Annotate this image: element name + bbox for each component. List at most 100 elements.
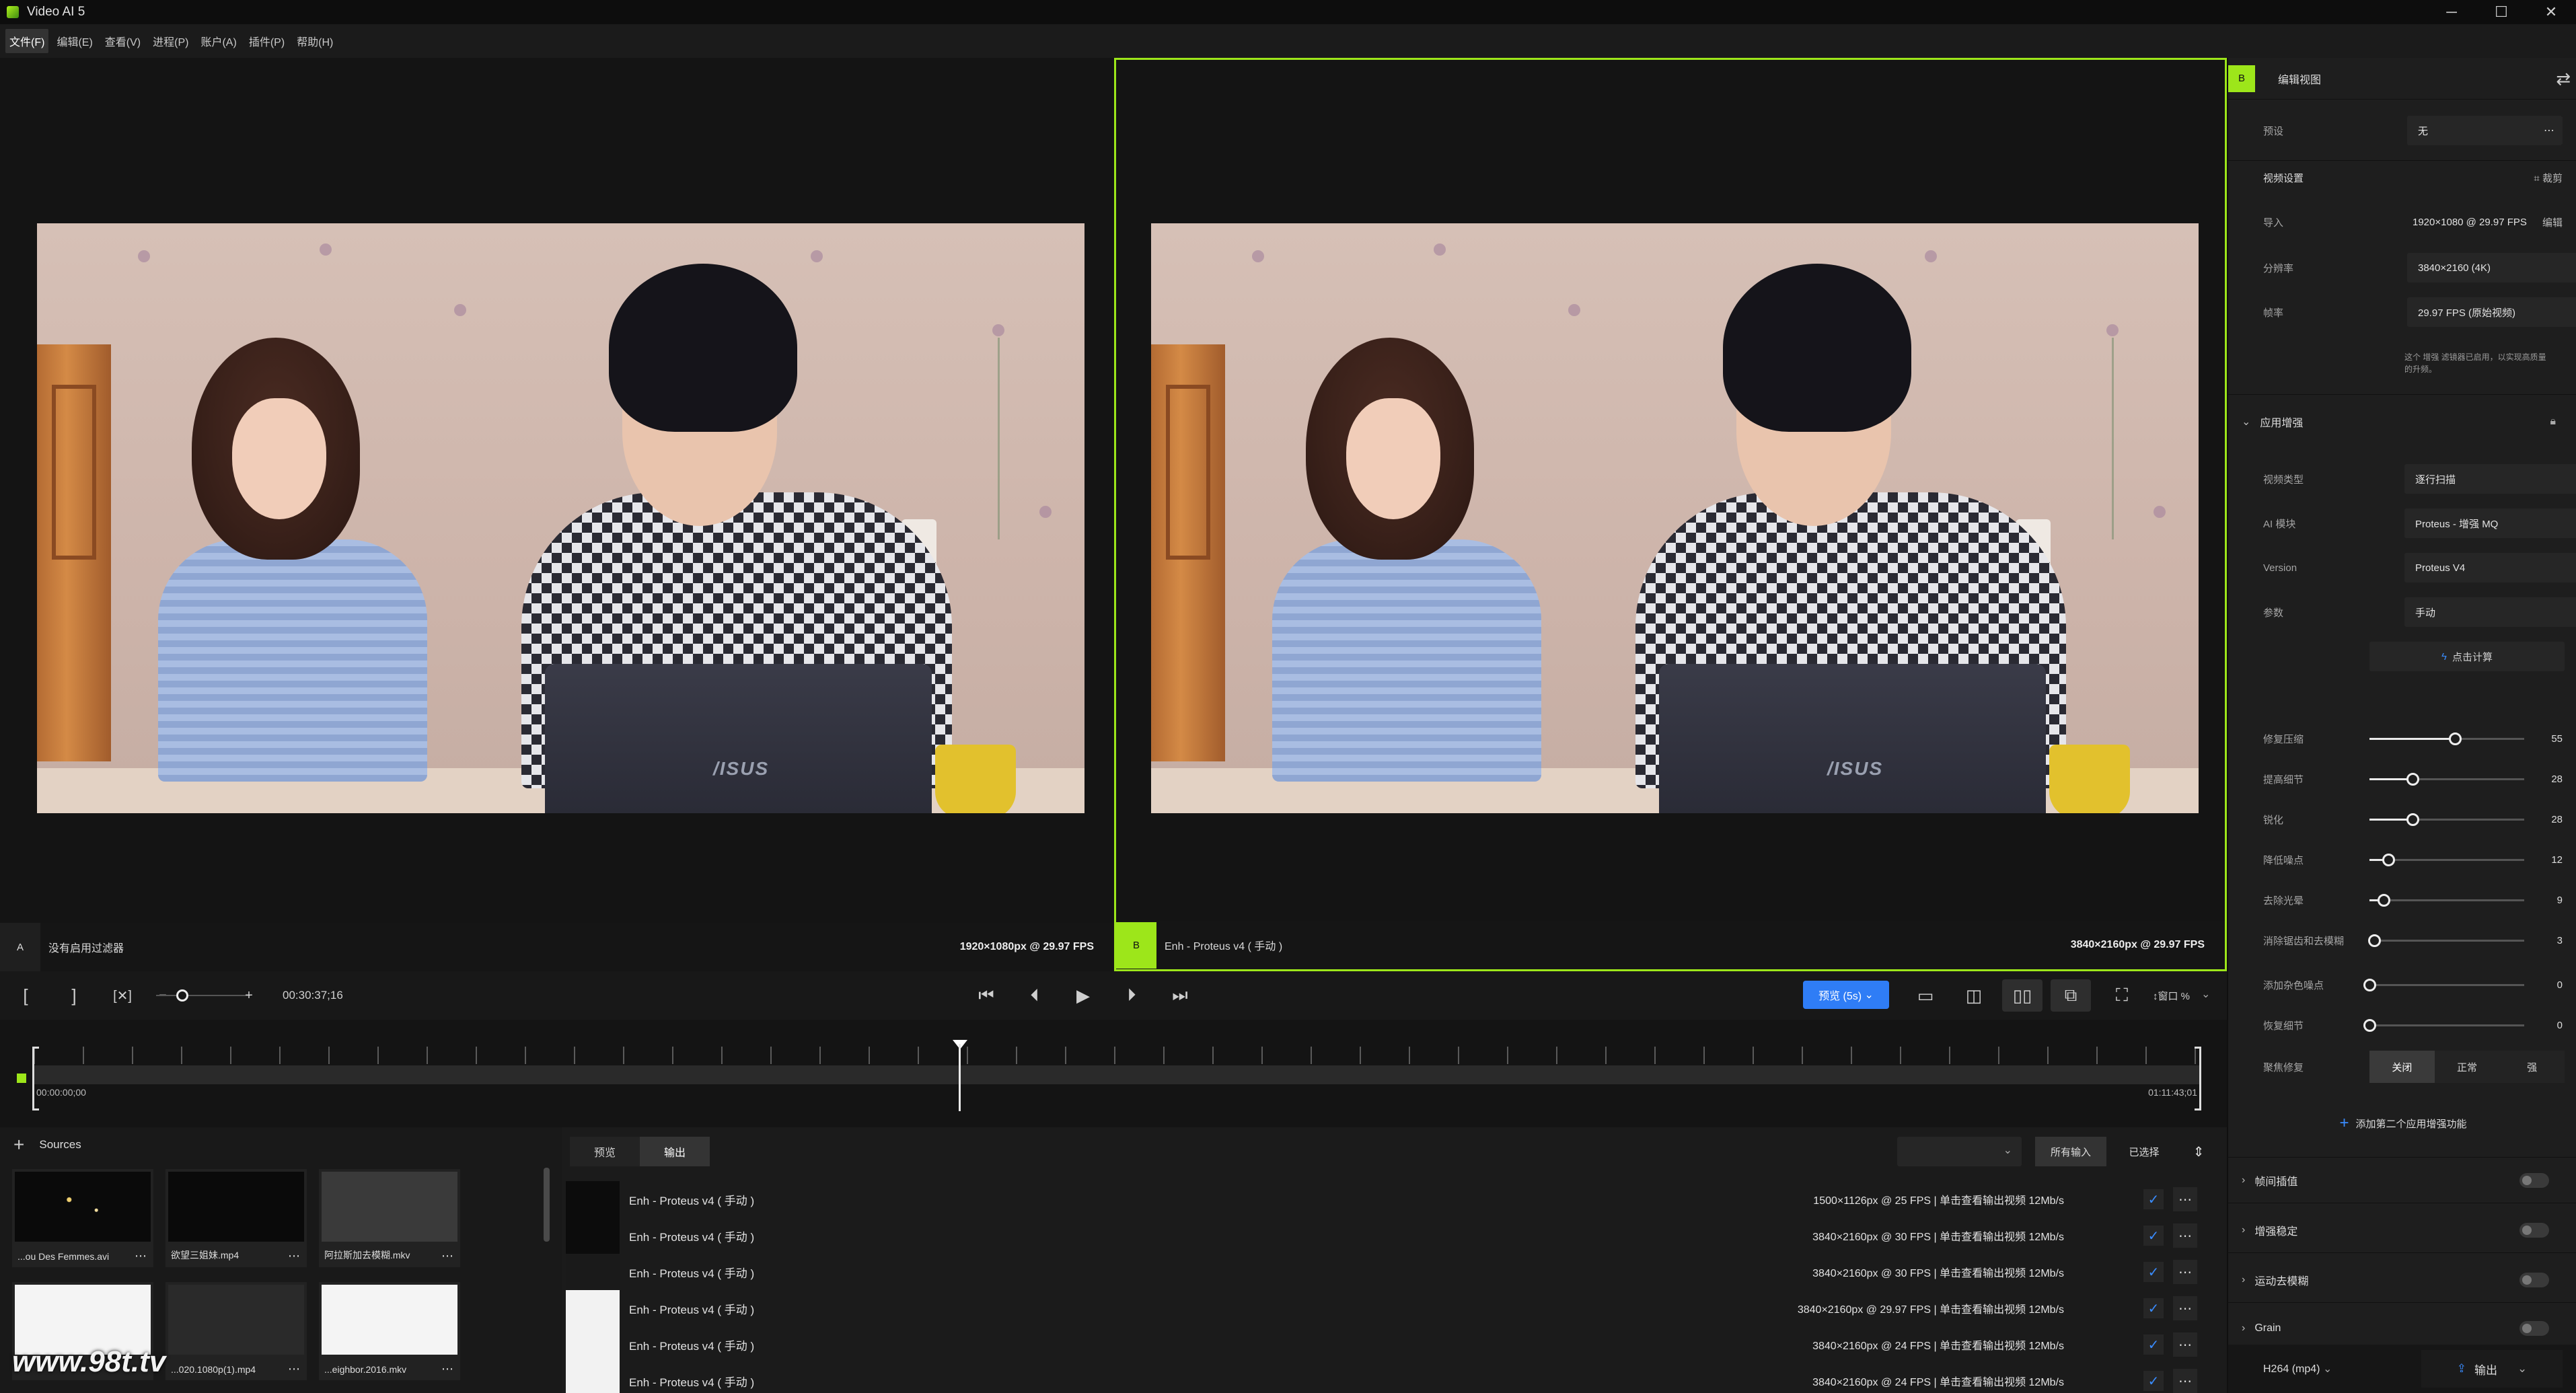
slider-knob[interactable] — [2382, 854, 2395, 866]
section-enhance[interactable]: ⌄ 应用增强 🔒︎ — [2242, 404, 2563, 440]
timeline-track[interactable] — [34, 1065, 2201, 1084]
play-icon[interactable]: ▶ — [1067, 979, 1099, 1012]
slider-knob[interactable] — [2448, 732, 2462, 745]
section-frame-interpolation[interactable]: › 帧间插值 — [2242, 1162, 2563, 1199]
grain-toggle[interactable] — [2519, 1321, 2549, 1336]
in-point-handle[interactable] — [32, 1047, 39, 1110]
crop-button[interactable]: ⌗ 裁剪 — [2534, 171, 2563, 185]
maximize-button[interactable]: ☐ — [2476, 0, 2526, 24]
slider-track[interactable] — [2363, 1019, 2524, 1032]
zoom-slider-knob[interactable] — [176, 989, 188, 1002]
export-row[interactable]: Enh - Proteus v4 ( 手动 ) 3840×2160px @ 30… — [566, 1217, 2217, 1254]
resolution-select[interactable]: 3840×2160 (4K)⌄ — [2407, 253, 2576, 283]
source-item[interactable]: 欲望三姐妹.mp4 ⋯ — [165, 1169, 307, 1267]
lock-icon[interactable]: 🔒︎ — [2550, 416, 2556, 428]
source-item[interactable]: ...020.1080p(1).mp4 ⋯ — [165, 1282, 307, 1380]
skip-start-icon[interactable]: ⏮ — [970, 979, 1002, 1012]
menu-help[interactable]: 帮助(H) — [293, 29, 337, 53]
export-filter-dropdown[interactable]: ⌄ — [1897, 1137, 2022, 1166]
clear-marks-button[interactable]: [✕] — [106, 979, 139, 1012]
add-source-icon[interactable]: + — [13, 1134, 24, 1156]
slider-knob[interactable] — [2363, 1019, 2376, 1032]
slider-track[interactable] — [2363, 979, 2524, 991]
export-checkbox[interactable]: ✓ — [2143, 1298, 2164, 1318]
filter-all-inputs[interactable]: 所有输入 — [2035, 1137, 2106, 1166]
slider-knob[interactable] — [2363, 979, 2376, 991]
more-icon[interactable]: ⋯ — [441, 1362, 453, 1376]
tab-preview[interactable]: 预览 — [570, 1137, 640, 1166]
compare-view-icon[interactable]: ⧉ — [2051, 979, 2091, 1012]
more-icon[interactable]: ⋯ — [288, 1362, 300, 1376]
section-stabilization[interactable]: › 增强稳定 — [2242, 1212, 2563, 1248]
menu-plugins[interactable]: 插件(P) — [245, 29, 289, 53]
timeline[interactable]: 00:00:00;00 01:11:43;01 — [0, 1020, 2227, 1127]
stabilization-toggle[interactable] — [2519, 1223, 2549, 1238]
minimize-button[interactable]: ─ — [2427, 0, 2476, 24]
input-edit-link[interactable]: 编辑 — [2542, 215, 2563, 229]
more-icon[interactable]: ⋯ — [288, 1249, 300, 1263]
menu-view[interactable]: 查看(V) — [101, 29, 145, 53]
motion-deblur-toggle[interactable] — [2519, 1273, 2549, 1287]
more-icon[interactable]: ⋯ — [2173, 1296, 2197, 1320]
auto-calculate-button[interactable]: ϟ 点击计算 — [2369, 642, 2565, 671]
export-checkbox[interactable]: ✓ — [2143, 1189, 2164, 1209]
step-forward-icon[interactable]: ⏵ — [1115, 979, 1148, 1012]
close-button[interactable]: ✕ — [2526, 0, 2576, 24]
export-checkbox[interactable]: ✓ — [2143, 1371, 2164, 1391]
slider-track[interactable] — [2369, 813, 2524, 826]
sources-scrollbar[interactable] — [544, 1168, 550, 1242]
focus-fix-normal[interactable]: 正常 — [2434, 1051, 2500, 1083]
format-select[interactable]: H264 (mp4) ⌄ — [2263, 1362, 2332, 1376]
more-icon[interactable]: ⋯ — [441, 1249, 453, 1263]
export-row[interactable]: Enh - Proteus v4 ( 手动 ) 3840×2160px @ 24… — [566, 1326, 2217, 1363]
slider-track[interactable] — [2369, 854, 2524, 866]
focus-fix-off[interactable]: 关闭 — [2369, 1051, 2435, 1083]
filter-selected[interactable]: 已选择 — [2110, 1137, 2178, 1166]
menu-account[interactable]: 账户(A) — [196, 29, 240, 53]
export-button[interactable]: ⇪ 输出 ⌄ — [2421, 1350, 2563, 1388]
fullscreen-icon[interactable]: ⛶ — [2102, 979, 2142, 1012]
step-back-icon[interactable]: ⏴ — [1019, 979, 1051, 1012]
ai-model-select[interactable]: Proteus - 增强 MQ⌄ — [2404, 509, 2576, 538]
slider-track[interactable] — [2367, 934, 2524, 947]
export-checkbox[interactable]: ✓ — [2143, 1334, 2164, 1355]
slider-knob[interactable] — [2406, 773, 2420, 786]
more-icon[interactable]: ⋯ — [2173, 1369, 2197, 1393]
out-point-handle[interactable] — [2195, 1047, 2201, 1110]
viewer-original[interactable]: /ISUS A 没有启用过滤器 1920×1080px @ 29.97 FPS — [0, 58, 1114, 971]
mark-in-button[interactable]: [ — [9, 979, 42, 1012]
mark-out-button[interactable]: ] — [58, 979, 90, 1012]
skip-end-icon[interactable]: ⏭ — [1164, 979, 1196, 1012]
preview-button[interactable]: 预览 (5s) ⌄ — [1803, 981, 1889, 1009]
export-row[interactable]: Enh - Proteus v4 ( 手动 ) 3840×2160px @ 30… — [566, 1254, 2217, 1290]
preset-more-icon[interactable]: ⋯ — [2536, 117, 2563, 144]
export-checkbox[interactable]: ✓ — [2143, 1226, 2164, 1246]
more-icon[interactable]: ⋯ — [2173, 1187, 2197, 1211]
menu-process[interactable]: 进程(P) — [149, 29, 192, 53]
more-icon[interactable]: ⋯ — [2173, 1332, 2197, 1357]
source-item[interactable]: 阿拉斯加去模糊.mkv ⋯ — [319, 1169, 460, 1267]
slider-track[interactable] — [2369, 732, 2524, 745]
playhead[interactable] — [959, 1044, 961, 1111]
frame-interpolation-toggle[interactable] — [2519, 1173, 2549, 1188]
chevron-down-icon[interactable]: ⌄ — [2201, 987, 2210, 1001]
export-row[interactable]: Enh - Proteus v4 ( 手动 ) 3840×2160px @ 29… — [566, 1290, 2217, 1326]
slider-track[interactable] — [2369, 773, 2524, 786]
more-icon[interactable]: ⋯ — [135, 1249, 147, 1263]
split-view-icon[interactable]: ◫ — [1954, 979, 1994, 1012]
focus-fix-strong[interactable]: 强 — [2499, 1051, 2565, 1083]
params-select[interactable]: 手动⌄ — [2404, 597, 2576, 627]
side-by-side-icon[interactable]: ▯▯ — [2002, 979, 2043, 1012]
slider-knob[interactable] — [2377, 894, 2390, 907]
source-item[interactable]: ...ou Des Femmes.avi ⋯ — [12, 1169, 153, 1267]
slider-knob[interactable] — [2367, 934, 2381, 947]
more-icon[interactable]: ⋯ — [2173, 1260, 2197, 1284]
video-type-select[interactable]: 逐行扫描⌄ — [2404, 464, 2576, 494]
fps-select[interactable]: 29.97 FPS (原始视频)⌄ — [2407, 297, 2576, 327]
zoom-in-icon[interactable]: + — [233, 979, 265, 1012]
single-view-icon[interactable]: ▭ — [1905, 979, 1946, 1012]
section-motion-deblur[interactable]: › 运动去模糊 — [2242, 1262, 2563, 1298]
add-second-enhance-button[interactable]: + 添加第二个应用增强功能 — [2316, 1108, 2491, 1138]
section-grain[interactable]: › Grain — [2242, 1310, 2563, 1347]
menu-edit[interactable]: 编辑(E) — [52, 29, 96, 53]
